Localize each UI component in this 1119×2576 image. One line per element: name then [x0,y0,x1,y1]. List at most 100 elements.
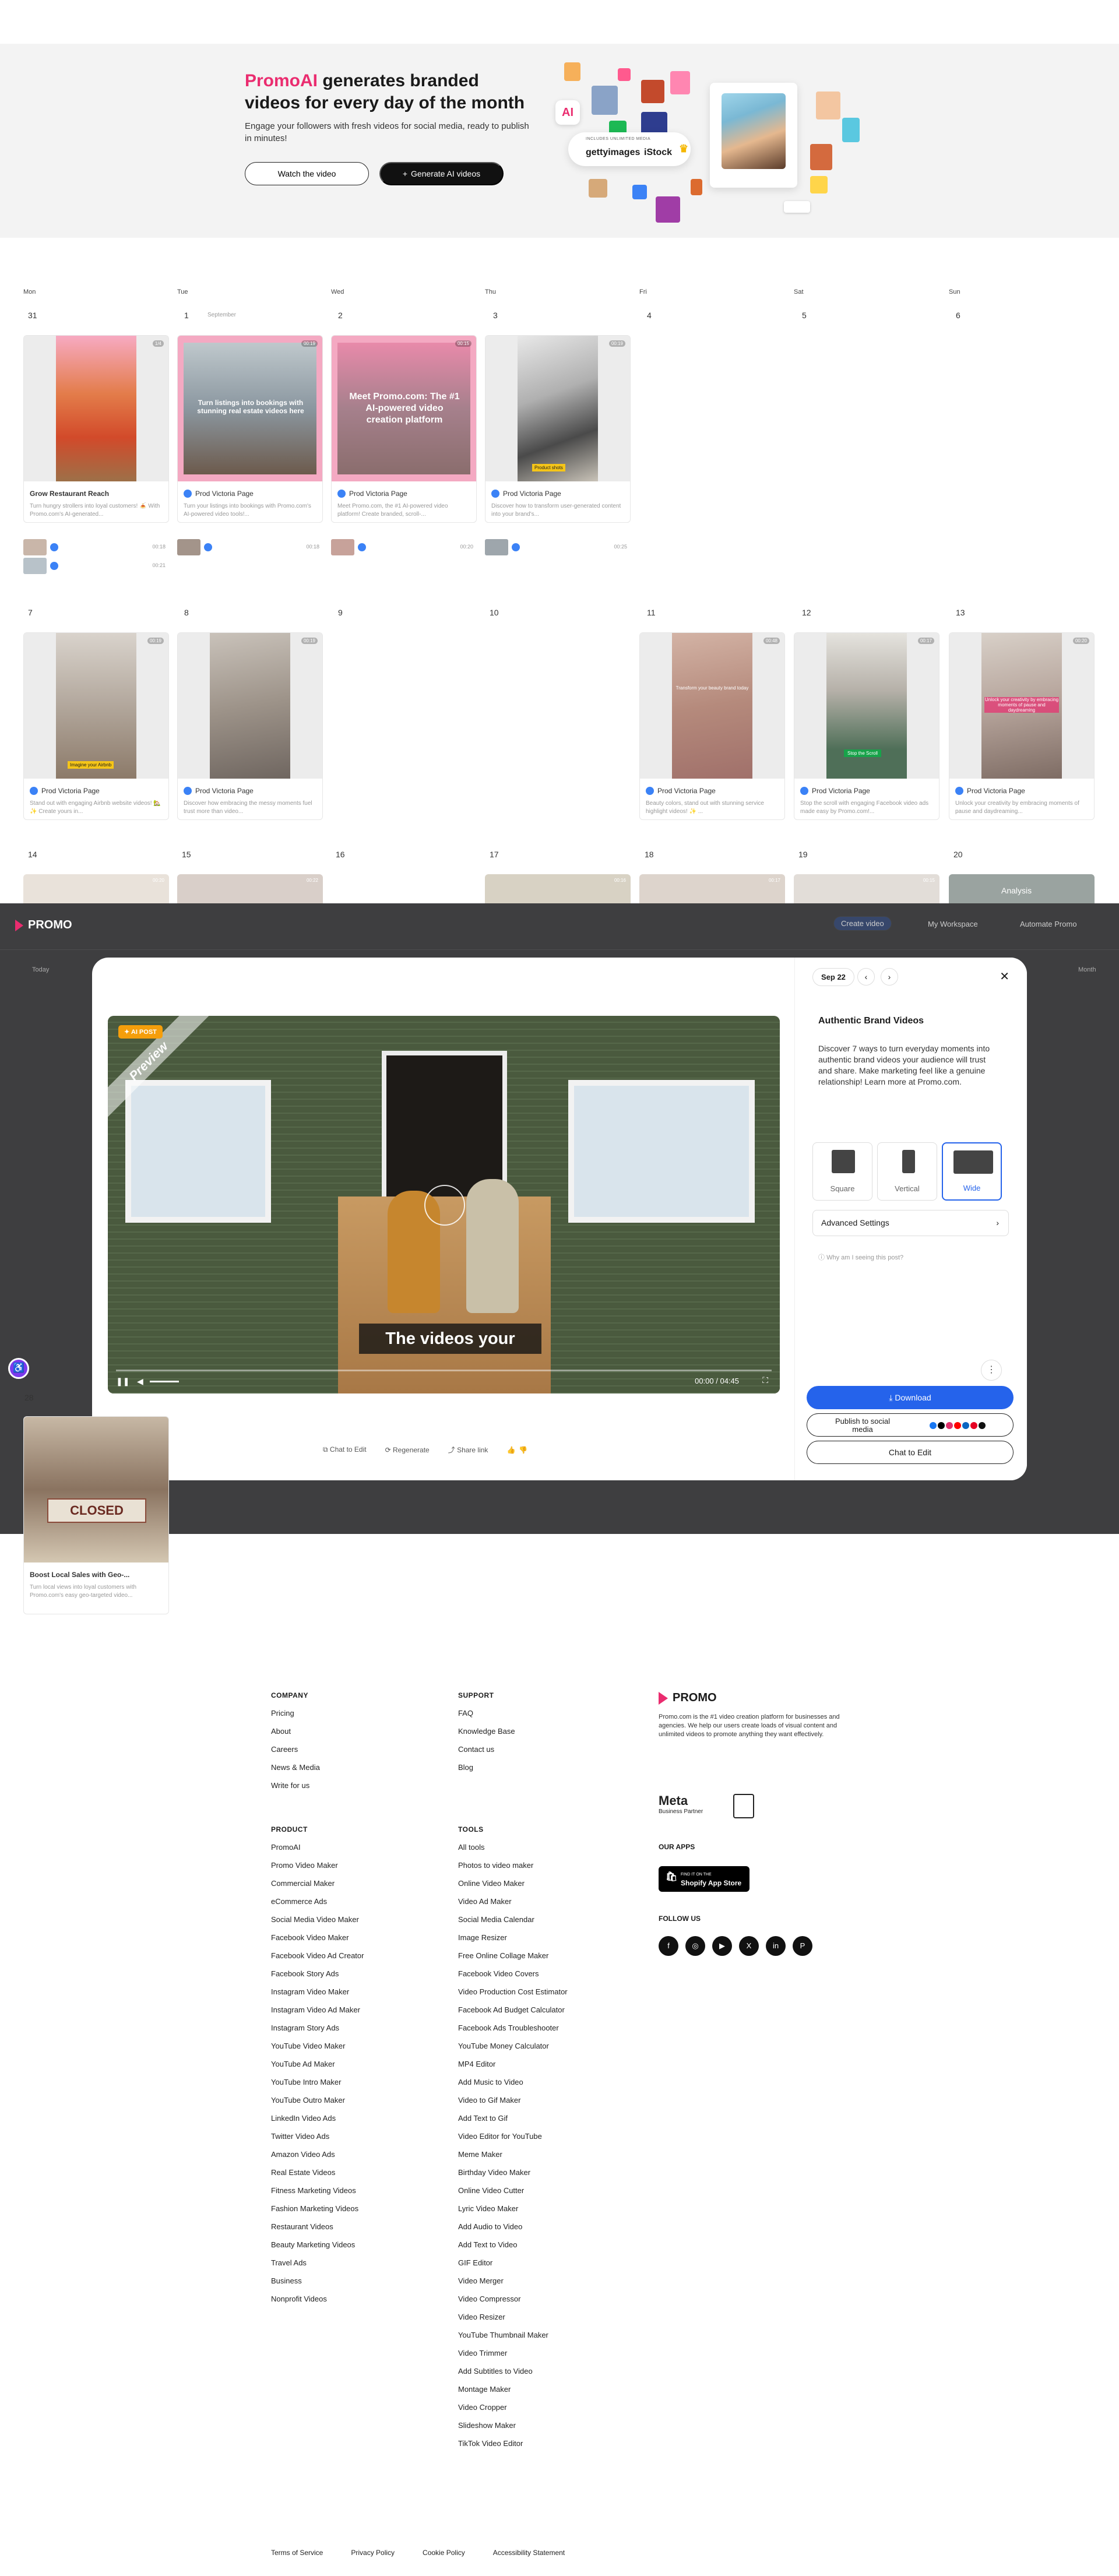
footer-link[interactable]: Video Merger [458,2275,568,2293]
calendar-post-card[interactable]: 00:19 Prod Victoria Page Discover how em… [177,632,323,820]
footer-link[interactable]: Fashion Marketing Videos [271,2203,364,2221]
fullscreen-icon[interactable]: ⛶ [762,1375,768,1385]
footer-link[interactable]: Facebook Video Covers [458,1968,568,1986]
post-sub-item[interactable]: 00:18 [177,539,323,555]
footer-link[interactable]: Add Music to Video [458,2077,568,2095]
footer-link[interactable]: Meme Maker [458,2149,568,2167]
footer-link[interactable]: YouTube Ad Maker [271,2058,364,2077]
instagram-icon[interactable]: ◎ [685,1936,705,1956]
format-wide-option[interactable]: Wide [942,1142,1002,1201]
footer-link[interactable]: Video Compressor [458,2293,568,2311]
video-player[interactable]: Preview ✦ AI POST The videos your ❚❚ ◀ 0… [108,1016,780,1393]
close-icon[interactable]: ✕ [1000,969,1009,984]
promo-logo[interactable]: PROMO [659,1691,845,1705]
volume-slider[interactable] [150,1381,179,1382]
footer-link[interactable]: Amazon Video Ads [271,2149,364,2167]
next-post-icon[interactable]: › [881,968,898,986]
footer-link[interactable]: FAQ [458,1708,515,1726]
footer-link[interactable]: Promo Video Maker [271,1860,364,1878]
cookie-link[interactable]: Cookie Policy [423,2549,465,2557]
post-sub-item[interactable]: 00:21 [23,558,169,574]
footer-link[interactable]: About [271,1726,320,1744]
footer-link[interactable]: Beauty Marketing Videos [271,2239,364,2257]
footer-link[interactable]: eCommerce Ads [271,1896,364,1914]
footer-link[interactable]: Facebook Video Ad Creator [271,1950,364,1968]
footer-link[interactable]: Pricing [271,1708,320,1726]
footer-link[interactable]: Nonprofit Videos [271,2293,364,2311]
footer-link[interactable]: Video to Gif Maker [458,2095,568,2113]
format-square-option[interactable]: Square [812,1142,872,1201]
calendar-post-card[interactable]: 00:15 Meet Promo.com: The #1 AI-powered v… [331,335,477,523]
thumbs-down-icon[interactable]: 👎 [519,1446,527,1454]
footer-link[interactable]: LinkedIn Video Ads [271,2113,364,2131]
footer-link[interactable]: MP4 Editor [458,2058,568,2077]
footer-link[interactable]: GIF Editor [458,2257,568,2275]
account-selector[interactable]: Automate Promo [1020,920,1077,928]
footer-link[interactable]: Real Estate Videos [271,2167,364,2185]
footer-link[interactable]: Social Media Video Maker [271,1914,364,1932]
footer-link[interactable]: Instagram Story Ads [271,2022,364,2040]
calendar-post-card[interactable]: 00:17 Stop the Scroll Prod Victoria Page … [794,632,939,820]
view-mode-selector[interactable]: Month [1078,966,1096,973]
generate-ai-videos-button[interactable]: + Generate AI videos [379,162,504,185]
thumbs-up-icon[interactable]: 👍 [506,1446,515,1454]
footer-link[interactable]: Commercial Maker [271,1878,364,1896]
workspace-selector[interactable]: My Workspace [928,920,978,928]
footer-link[interactable]: Add Subtitles to Video [458,2366,568,2384]
footer-link[interactable]: All tools [458,1842,568,1860]
post-sub-item[interactable]: 00:18 [23,539,169,555]
accessibility-link[interactable]: Accessibility Statement [493,2549,565,2557]
format-vertical-option[interactable]: Vertical [877,1142,937,1201]
footer-link[interactable]: Blog [458,1762,515,1780]
footer-link[interactable]: Birthday Video Maker [458,2167,568,2185]
pause-icon[interactable]: ❚❚ [116,1377,129,1386]
calendar-post-card[interactable]: 00:19 Turn listings into bookings with st… [177,335,323,523]
footer-link[interactable]: Add Audio to Video [458,2221,568,2239]
download-button[interactable]: ⤓ Download [807,1386,1014,1409]
calendar-post-card-partial[interactable]: 00:22 [177,874,323,903]
today-button[interactable]: Today [32,966,49,973]
footer-link[interactable]: Facebook Video Maker [271,1932,364,1950]
footer-link[interactable]: Add Text to Video [458,2239,568,2257]
footer-link[interactable]: PromoAI [271,1842,364,1860]
footer-link[interactable]: Facebook Ads Troubleshooter [458,2022,568,2040]
calendar-post-card-partial[interactable]: 00:20 [23,874,169,903]
footer-link[interactable]: Travel Ads [271,2257,364,2275]
footer-link[interactable]: YouTube Video Maker [271,2040,364,2058]
footer-link[interactable]: YouTube Money Calculator [458,2040,568,2058]
footer-link[interactable]: TikTok Video Editor [458,2438,568,2456]
footer-link[interactable]: Write for us [271,1780,320,1798]
footer-link[interactable]: Facebook Ad Budget Calculator [458,2004,568,2022]
video-progress-bar[interactable] [116,1370,772,1371]
footer-link[interactable]: YouTube Outro Maker [271,2095,364,2113]
calendar-post-card-partial[interactable]: Analysis [949,874,1095,903]
footer-link[interactable]: Careers [271,1744,320,1762]
watch-video-button[interactable]: Watch the video [245,162,369,185]
calendar-post-card[interactable]: 1/4 Grow Restaurant Reach Turn hungry st… [23,335,169,523]
footer-link[interactable]: Fitness Marketing Videos [271,2185,364,2203]
footer-link[interactable]: Instagram Video Maker [271,1986,364,2004]
footer-link[interactable]: Video Ad Maker [458,1896,568,1914]
youtube-icon[interactable]: ▶ [712,1936,732,1956]
previous-post-icon[interactable]: ‹ [857,968,875,986]
footer-link[interactable]: Business [271,2275,364,2293]
footer-link[interactable]: Montage Maker [458,2384,568,2402]
advanced-settings-row[interactable]: Advanced Settings › [812,1210,1009,1236]
promo-logo[interactable]: PROMO [15,919,72,932]
why-seeing-post-link[interactable]: ⓘ Why am I seeing this post? [818,1252,903,1262]
footer-link[interactable]: Contact us [458,1744,515,1762]
more-options-icon[interactable]: ⋮ [981,1360,1002,1381]
post-sub-item[interactable]: 00:20 [331,539,477,555]
footer-link[interactable]: Facebook Story Ads [271,1968,364,1986]
footer-link[interactable]: Image Resizer [458,1932,568,1950]
post-sub-item[interactable]: 00:25 [485,539,631,555]
footer-link[interactable]: YouTube Intro Maker [271,2077,364,2095]
footer-link[interactable]: Add Text to Gif [458,2113,568,2131]
footer-link[interactable]: Lyric Video Maker [458,2203,568,2221]
footer-link[interactable]: YouTube Thumbnail Maker [458,2329,568,2348]
footer-link[interactable]: Video Production Cost Estimator [458,1986,568,2004]
footer-link[interactable]: Video Trimmer [458,2348,568,2366]
shopify-app-store-badge[interactable]: 🛍 FIND IT ON THE Shopify App Store [659,1866,749,1892]
pinterest-icon[interactable]: P [793,1936,812,1956]
chat-to-edit-link[interactable]: ⧉ Chat to Edit [323,1445,367,1454]
